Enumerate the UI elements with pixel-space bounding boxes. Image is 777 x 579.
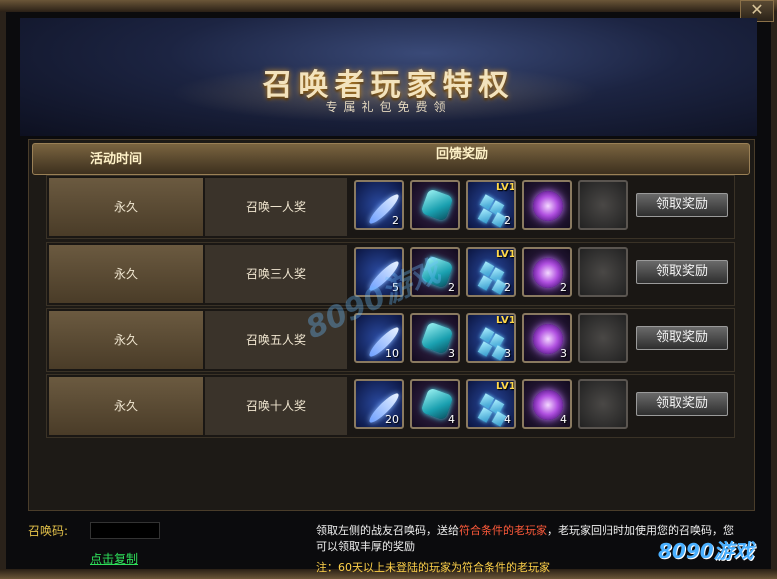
row-name: 召唤十人奖 — [205, 377, 347, 435]
item-count: 2 — [560, 281, 567, 294]
copy-link[interactable]: 点击复制 — [90, 550, 138, 567]
summon-code-field[interactable] — [90, 522, 160, 539]
reward-item-slot[interactable]: LV1 3 — [466, 313, 516, 363]
reward-row: 永久 召唤一人奖 2 LV1 2 领取奖励 — [46, 175, 735, 239]
item-count: 2 — [504, 214, 511, 227]
item-count: 2 — [448, 281, 455, 294]
note-text: 注：60天以上未登陆的玩家为符合条件的老玩家 — [316, 561, 550, 574]
item-count: 4 — [560, 413, 567, 426]
empty-item-slot[interactable] — [578, 313, 628, 363]
header-time: 活动时间 — [90, 152, 143, 167]
reward-item-slot[interactable] — [522, 180, 572, 230]
reward-item-slot[interactable] — [410, 180, 460, 230]
item-count: 4 — [448, 413, 455, 426]
item-count: 2 — [504, 281, 511, 294]
empty-item-slot[interactable] — [578, 379, 628, 429]
purple-orb-icon — [533, 191, 563, 221]
level-badge: LV1 — [496, 249, 516, 260]
row-time: 永久 — [49, 377, 203, 435]
close-icon[interactable]: ✕ — [750, 0, 763, 19]
reward-item-slot[interactable]: 4 — [410, 379, 460, 429]
row-time: 永久 — [49, 311, 203, 369]
item-count: 4 — [504, 413, 511, 426]
claim-reward-button[interactable]: 领取奖励 — [636, 326, 728, 350]
item-count: 10 — [385, 347, 399, 360]
summon-code-label: 召唤码: — [28, 524, 69, 538]
reward-item-slot[interactable]: 3 — [410, 313, 460, 363]
row-name: 召唤一人奖 — [205, 178, 347, 236]
level-badge: LV1 — [496, 381, 516, 392]
empty-item-slot[interactable] — [578, 247, 628, 297]
empty-item-slot[interactable] — [578, 180, 628, 230]
purple-orb-icon — [533, 258, 563, 288]
item-count: 20 — [385, 413, 399, 426]
reward-row: 永久 召唤五人奖 10 3 LV1 3 3 领取奖励 — [46, 308, 735, 372]
item-count: 2 — [392, 214, 399, 227]
row-time: 永久 — [49, 245, 203, 303]
purple-orb-icon — [533, 390, 563, 420]
reward-item-slot[interactable]: 20 — [354, 379, 404, 429]
reward-item-slot[interactable]: LV1 2 — [466, 180, 516, 230]
row-time: 永久 — [49, 178, 203, 236]
frame-top-border — [0, 0, 777, 12]
level-badge: LV1 — [496, 315, 516, 326]
reward-item-slot[interactable]: 2 — [522, 247, 572, 297]
reward-item-slot[interactable]: 2 — [354, 180, 404, 230]
item-count: 3 — [504, 347, 511, 360]
claim-reward-button[interactable]: 领取奖励 — [636, 193, 728, 217]
claim-reward-button[interactable]: 领取奖励 — [636, 392, 728, 416]
reward-item-slot[interactable]: 4 — [522, 379, 572, 429]
level-badge: LV1 — [496, 182, 516, 193]
page-subtitle: 专属礼包免费领 — [325, 100, 452, 114]
item-count: 3 — [448, 347, 455, 360]
reward-row: 永久 召唤十人奖 20 4 LV1 4 4 领取奖励 — [46, 374, 735, 438]
reward-item-slot[interactable]: LV1 4 — [466, 379, 516, 429]
purple-orb-icon — [533, 324, 563, 354]
item-count: 3 — [560, 347, 567, 360]
claim-reward-button[interactable]: 领取奖励 — [636, 260, 728, 284]
crystal-icon — [420, 188, 454, 222]
info-highlight: 符合条件的老玩家 — [459, 524, 547, 537]
reward-item-slot[interactable]: LV1 2 — [466, 247, 516, 297]
header-reward: 回馈奖励 — [436, 147, 489, 162]
reward-item-slot[interactable]: 3 — [522, 313, 572, 363]
site-logo: 8090游戏 — [658, 539, 754, 563]
